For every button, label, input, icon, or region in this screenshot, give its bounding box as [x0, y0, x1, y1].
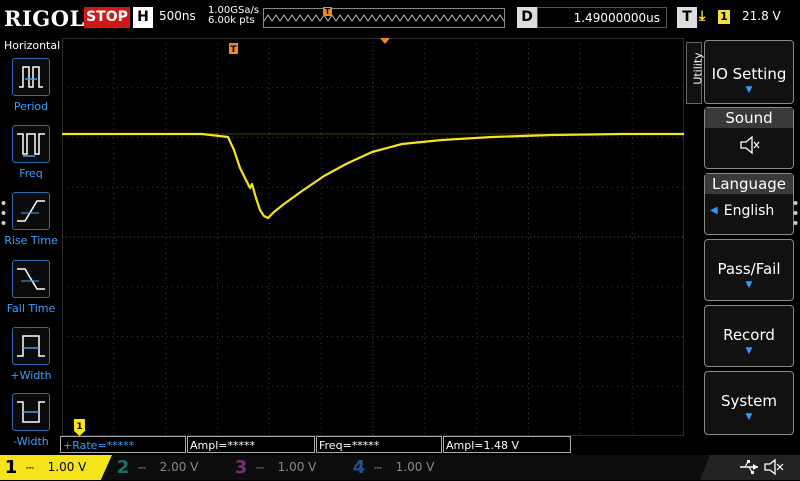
usb-icon: [740, 460, 758, 475]
measurement-ampl-1[interactable]: Ampl=*****: [187, 436, 315, 453]
waveform-display[interactable]: T T 1: [62, 38, 684, 436]
channel-1-number: 1: [4, 457, 18, 478]
measurement-rate[interactable]: +Rate=*****: [60, 436, 186, 453]
pass-fail-label: Pass/Fail: [717, 260, 781, 278]
measurement-freq[interactable]: Freq=*****: [316, 436, 442, 453]
channel-1-scale: 1.00 V: [47, 460, 87, 474]
trigger-level[interactable]: 21.8 V: [742, 9, 781, 23]
channel-2-tab[interactable]: 2 ⎓ 2.00 V: [112, 455, 230, 480]
channel-2-scale: 2.00 V: [159, 460, 199, 474]
channel-4-number: 4: [352, 457, 366, 478]
measure-freq[interactable]: Freq: [2, 125, 60, 180]
channel-3-tab[interactable]: 3 ⎓ 1.00 V: [230, 455, 348, 480]
dc-coupling-icon: ⎓: [137, 463, 146, 474]
positive-width-icon: [12, 327, 50, 365]
freq-label: Freq: [19, 167, 43, 180]
menu-language[interactable]: Language ◀ English: [704, 173, 794, 235]
channel-4-scale: 1.00 V: [395, 460, 435, 474]
menu-record[interactable]: Record ▼: [704, 305, 794, 367]
system-label: System: [721, 392, 777, 410]
frequency-icon: [12, 125, 50, 163]
channel-2-number: 2: [116, 457, 130, 478]
measurement-ampl-2[interactable]: Ampl=1.48 V: [443, 436, 571, 453]
language-label: Language: [705, 174, 793, 194]
measurement-ampl-2-text: Ampl=1.48 V: [446, 439, 520, 452]
run-stop-status[interactable]: STOP: [84, 7, 130, 28]
timebase-value[interactable]: 500ns: [159, 9, 196, 23]
trigger-position-marker-icon[interactable]: T: [229, 43, 238, 55]
record-label: Record: [723, 326, 775, 344]
menu-system[interactable]: System ▼: [704, 371, 794, 435]
svg-text:1: 1: [76, 422, 82, 432]
menu-pass-fail[interactable]: Pass/Fail ▼: [704, 239, 794, 301]
delay-badge[interactable]: D: [517, 7, 537, 28]
chevron-down-icon: ▼: [745, 85, 753, 95]
chevron-down-icon: ▼: [745, 412, 753, 422]
fall-time-label: Fall Time: [6, 302, 56, 315]
measure-panel-title: Horizontal: [4, 39, 61, 52]
dc-coupling-icon: ⎓: [373, 463, 382, 474]
speaker-mute-icon: [764, 458, 784, 476]
utility-menu-title: Utility: [691, 52, 705, 85]
falling-edge-icon: ⤓: [699, 8, 706, 24]
memory-depth: 6.00k pts: [208, 15, 255, 26]
measurement-ampl-1-text: Ampl=*****: [190, 439, 255, 452]
pos-width-label: +Width: [10, 369, 52, 382]
measure-period[interactable]: Period: [2, 58, 60, 113]
channel-3-scale: 1.00 V: [277, 460, 317, 474]
speaker-mute-icon: [705, 134, 793, 160]
period-label: Period: [13, 100, 49, 113]
fall-time-icon: [12, 260, 50, 298]
chevron-down-icon: ▼: [745, 346, 753, 356]
sound-label: Sound: [705, 108, 793, 128]
channel-4-tab[interactable]: 4 ⎓ 1.00 V: [348, 455, 466, 480]
scroll-dots-icon: [1, 201, 6, 225]
menu-io-setting[interactable]: IO Setting ▼: [704, 40, 794, 104]
svg-text:T: T: [230, 45, 237, 55]
rigol-logo: RIGOL: [4, 6, 85, 31]
negative-width-icon: [12, 393, 50, 431]
chevron-down-icon: ▼: [745, 280, 753, 290]
io-setting-label: IO Setting: [711, 65, 787, 83]
measurement-freq-text: Freq=*****: [319, 439, 380, 452]
trigger-source: 1: [718, 10, 730, 24]
trigger-badge[interactable]: T: [677, 7, 697, 28]
scroll-dots-icon: [793, 201, 798, 225]
memory-trigger-marker-icon: T: [323, 7, 332, 16]
measurement-rate-text: +Rate=*****: [63, 439, 135, 452]
horizontal-badge[interactable]: H: [133, 7, 153, 28]
measure-neg-width[interactable]: -Width: [2, 393, 60, 448]
measure-rise-time[interactable]: Rise Time: [2, 192, 60, 247]
delay-value[interactable]: 1.49000000us: [537, 7, 667, 28]
language-value: English: [723, 203, 775, 219]
period-icon: [12, 58, 50, 96]
memory-overview-strip: [263, 8, 505, 28]
rise-time-icon: [12, 192, 50, 230]
rise-time-label: Rise Time: [4, 234, 58, 247]
channel-1-tab[interactable]: 1 ⎓ 1.00 V: [0, 455, 112, 480]
dc-coupling-icon: ⎓: [255, 463, 264, 474]
dc-coupling-icon: ⎓: [25, 463, 34, 474]
measure-fall-time[interactable]: Fall Time: [2, 260, 60, 315]
memory-waveform-icon: [263, 14, 505, 22]
channel-3-number: 3: [234, 457, 248, 478]
menu-sound[interactable]: Sound: [704, 107, 794, 169]
chevron-left-icon: ◀: [710, 205, 718, 216]
measure-pos-width[interactable]: +Width: [2, 327, 60, 382]
neg-width-label: -Width: [13, 435, 49, 448]
